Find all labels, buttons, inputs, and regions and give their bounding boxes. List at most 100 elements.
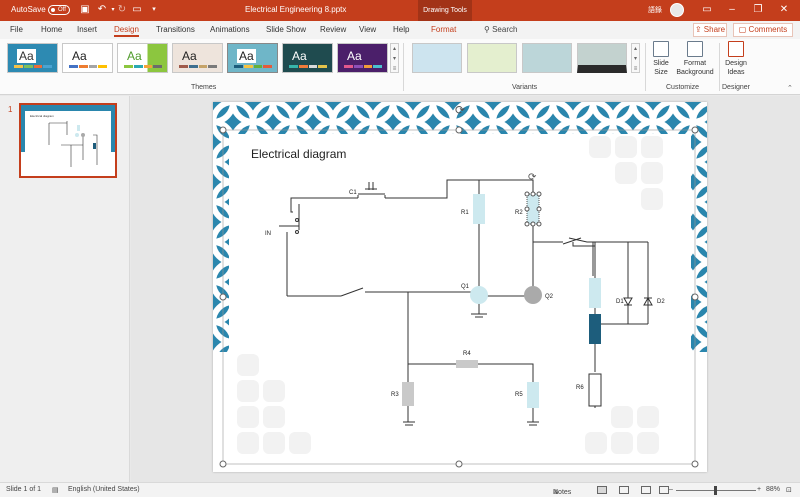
variants-scroll[interactable]: ▴ ▾ ≡ [631, 43, 640, 73]
collapse-ribbon-icon[interactable]: ⌃ [787, 84, 793, 92]
tab-design[interactable]: Design [114, 25, 139, 34]
ribbon: Aa Aa Aa Aa Aa Aa Aa ▴ ▾ ≡ Themes ▴ ▾ ≡ Vari… [0, 39, 800, 95]
slide-thumbnail[interactable]: Electrical diagram [19, 103, 117, 178]
reading-view-icon[interactable] [641, 486, 651, 494]
search-icon: ⚲ [484, 25, 493, 34]
slide-size-icon [653, 41, 669, 57]
comments-label: Comments [748, 25, 788, 34]
slide-thumbnail-panel: 1 Electrical diagram [0, 96, 130, 482]
label-q1: Q1 [461, 284, 470, 290]
title-bar: AutoSave Off ▣ ↶ ▾ ↻ ▭ ▾ Electrical Engi… [0, 0, 800, 21]
resistor-r1[interactable] [473, 194, 485, 224]
thumbnail-title: Electrical diagram [30, 114, 54, 118]
normal-view-icon[interactable] [597, 486, 607, 494]
resistor-r5[interactable] [527, 382, 539, 408]
autosave-toggle[interactable]: Off [48, 5, 70, 15]
slide[interactable]: Electrical diagram ⟳ C1 IN R1 R2 Q1 Q2 D… [213, 102, 707, 472]
restore-icon[interactable]: ❐ [750, 2, 766, 18]
variants-group-label: Variants [512, 84, 538, 91]
present-icon[interactable]: ▭ [131, 4, 143, 16]
search-box[interactable]: ⚲ Search [484, 25, 517, 34]
resistor-upper[interactable] [589, 278, 601, 308]
customize-group-label: Customize [666, 84, 700, 91]
slide-canvas[interactable]: Electrical diagram ⟳ C1 IN R1 R2 Q1 Q2 D… [131, 96, 800, 482]
theme-thumb-4[interactable]: Aa [172, 43, 223, 73]
autosave-label: AutoSave [11, 5, 46, 14]
active-tab-indicator [114, 35, 139, 37]
transistor-q2[interactable] [524, 286, 542, 304]
theme-thumb-7[interactable]: Aa [337, 43, 388, 73]
slide-artwork: Electrical diagram ⟳ C1 IN R1 R2 Q1 Q2 D… [213, 102, 707, 470]
tab-file[interactable]: File [10, 25, 23, 34]
slide-size-label: Slide Size [653, 60, 669, 76]
ribbon-display-icon[interactable]: ▭ [699, 2, 715, 18]
tab-transitions[interactable]: Transitions [156, 25, 195, 34]
save-icon[interactable]: ▣ [79, 4, 91, 16]
label-r4: R4 [463, 351, 471, 357]
tab-insert[interactable]: Insert [77, 25, 97, 34]
resistor-r6[interactable] [588, 373, 602, 407]
customize-toolbar-icon[interactable]: ▾ [148, 4, 160, 16]
slide-info: Slide 1 of 1 [6, 486, 42, 493]
theme-thumb-2[interactable]: Aa [62, 43, 113, 73]
tab-help[interactable]: Help [393, 25, 409, 34]
resistor-r4[interactable] [456, 360, 478, 368]
comment-icon: ▢ [738, 25, 749, 34]
format-background-icon [687, 41, 703, 57]
resistor-r3[interactable] [402, 382, 414, 406]
tab-format[interactable]: Format [431, 25, 456, 34]
design-ideas-button[interactable]: Design Ideas [723, 41, 749, 77]
language-status[interactable]: English (United States) [68, 486, 140, 493]
user-name[interactable]: 語錄 [648, 5, 662, 15]
r2-rotate-icon[interactable]: ⟳ [528, 172, 537, 183]
notes-label: Notes [553, 489, 572, 496]
theme-thumb-1[interactable]: Aa [7, 43, 58, 73]
theme-thumb-3[interactable]: Aa [117, 43, 168, 73]
zoom-slider-handle[interactable] [714, 486, 717, 495]
tab-slide-show[interactable]: Slide Show [266, 25, 306, 34]
designer-group-label: Designer [722, 84, 751, 91]
variant-thumb-2[interactable] [467, 43, 517, 73]
variant-thumb-3[interactable] [522, 43, 572, 73]
tab-review[interactable]: Review [320, 25, 346, 34]
fit-slide-icon[interactable]: ⊡ [786, 486, 792, 494]
label-r6: R6 [576, 385, 584, 391]
minimize-icon[interactable]: – [724, 2, 740, 18]
transistor-q1[interactable] [470, 286, 488, 304]
variant-thumb-4[interactable] [577, 43, 627, 73]
zoom-level[interactable]: 88% [766, 486, 780, 493]
zoom-in-icon[interactable]: + [757, 486, 761, 493]
close-icon[interactable]: ✕ [776, 2, 792, 18]
theme-sample-text: Aa [292, 49, 307, 63]
slide-title[interactable]: Electrical diagram [251, 147, 346, 161]
search-label: Search [492, 25, 518, 34]
label-r5: R5 [515, 392, 523, 398]
theme-sample-text: Aa [127, 49, 142, 63]
themes-group-label: Themes [191, 84, 217, 91]
ribbon-tabs: File Home Insert Design Transitions Anim… [0, 21, 800, 39]
share-button[interactable]: ⇪ Share [693, 23, 727, 37]
spelling-icon[interactable]: ▤ [52, 486, 59, 494]
theme-thumb-5[interactable]: Aa [227, 43, 278, 73]
comments-button[interactable]: ▢ Comments [733, 23, 793, 37]
redo-icon[interactable]: ↻ [116, 4, 128, 16]
slide-size-button[interactable]: Slide Size [649, 41, 673, 77]
variant-thumb-1[interactable] [412, 43, 462, 73]
tab-animations[interactable]: Animations [210, 25, 250, 34]
themes-scroll[interactable]: ▴ ▾ ≡ [390, 43, 399, 73]
slide-sorter-icon[interactable] [619, 486, 629, 494]
zoom-out-icon[interactable]: – [669, 486, 673, 493]
avatar[interactable] [670, 3, 684, 17]
format-background-label: Format Background [676, 60, 714, 76]
tab-home[interactable]: Home [41, 25, 62, 34]
format-background-button[interactable]: Format Background [676, 41, 714, 77]
inductor[interactable] [589, 314, 601, 344]
rotate-handle-icon[interactable]: ⟳ [455, 103, 465, 117]
slide-number: 1 [8, 105, 13, 114]
tab-view[interactable]: View [359, 25, 376, 34]
slideshow-view-icon[interactable] [659, 486, 669, 494]
theme-sample-text: Aa [347, 49, 362, 63]
theme-thumb-6[interactable]: Aa [282, 43, 333, 73]
status-bar: Slide 1 of 1 ▤ English (United States) ≙… [0, 482, 800, 497]
theme-sample-text: Aa [182, 49, 197, 63]
